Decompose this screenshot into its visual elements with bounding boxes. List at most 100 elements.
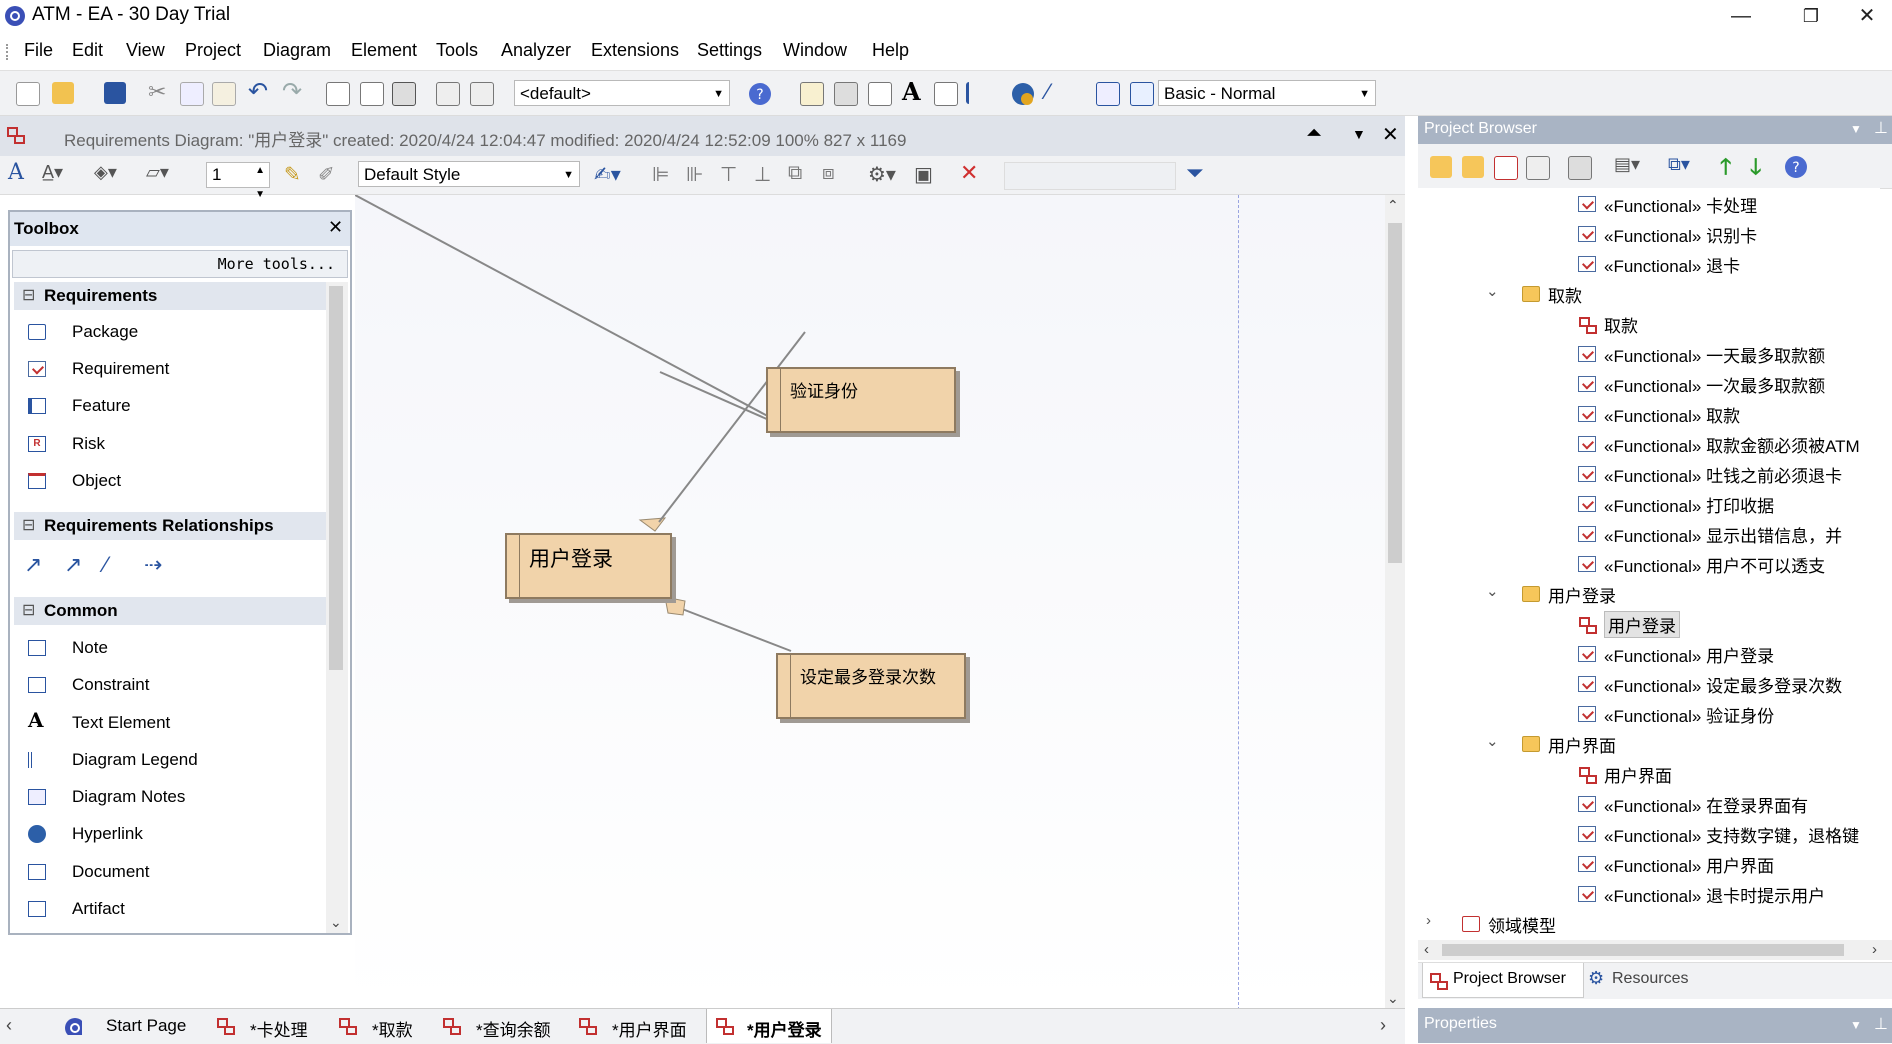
project-browser-hscroll[interactable]: ‹ › xyxy=(1418,940,1892,960)
menu-edit[interactable]: Edit xyxy=(72,40,103,61)
scroll-right-icon[interactable]: › xyxy=(1872,941,1877,958)
section-common[interactable]: ⊟ Common xyxy=(14,597,326,625)
copy-menu-icon[interactable]: ⧉▾ xyxy=(1668,154,1690,175)
tree-row-req[interactable]: «Functional» 吐钱之前必须退卡 xyxy=(1418,458,1880,488)
find-in-browser-icon[interactable] xyxy=(1568,156,1592,180)
line-color-icon[interactable]: ▱▾ xyxy=(146,162,169,183)
association-relationship-icon[interactable]: ⁄ xyxy=(104,552,108,578)
tree-row-req[interactable]: «Functional» 卡处理 xyxy=(1418,188,1880,218)
restore-button[interactable]: ❐ xyxy=(1776,0,1846,32)
menu-settings[interactable]: Settings xyxy=(697,40,762,61)
stepper-arrows-icon[interactable]: ▲ ▼ xyxy=(255,159,265,207)
tree-row-req[interactable]: «Functional» 在登录界面有 xyxy=(1418,788,1880,818)
properties-icon[interactable] xyxy=(834,82,858,106)
tree-row-req[interactable]: «Functional» 验证身份 xyxy=(1418,698,1880,728)
list-icon[interactable] xyxy=(966,82,991,104)
new-file-icon[interactable] xyxy=(16,82,40,106)
notes-icon[interactable] xyxy=(868,82,892,106)
diagram-canvas[interactable]: 验证身份 用户登录 设定最多登录次数 xyxy=(355,195,1385,1010)
tree-row-req[interactable]: «Functional» 用户界面 xyxy=(1418,848,1880,878)
document-menu-icon[interactable]: ▤▾ xyxy=(1614,154,1640,175)
align-center-icon[interactable]: ⊪ xyxy=(686,162,703,187)
tree-row-req[interactable]: «Functional» 一次最多取款额 xyxy=(1418,368,1880,398)
scroll-left-icon[interactable]: ‹ xyxy=(6,1015,12,1036)
collapse-icon[interactable]: ⏶ xyxy=(1306,122,1322,145)
connector-icon[interactable]: ⁄ xyxy=(1046,79,1050,105)
scroll-thumb[interactable] xyxy=(1388,223,1402,563)
menu-tools[interactable]: Tools xyxy=(436,40,478,61)
menu-element[interactable]: Element xyxy=(351,40,417,61)
collapse-icon[interactable]: ⊟ xyxy=(22,515,35,535)
collapse-icon[interactable]: ⊟ xyxy=(22,600,35,620)
more-tools-button[interactable]: More tools... xyxy=(12,250,348,278)
pin-icon[interactable]: ⊥ xyxy=(1874,1014,1888,1034)
canvas-scrollbar[interactable]: ⌃ ⌄ xyxy=(1385,195,1405,1010)
chevron-down-icon[interactable]: ⌄ xyxy=(1486,582,1499,600)
menu-file[interactable]: File xyxy=(24,40,53,61)
tree-row-req[interactable]: «Functional» 退卡时提示用户 xyxy=(1418,878,1880,908)
cut-icon[interactable]: ✂ xyxy=(148,79,166,105)
tab-project-browser[interactable]: Project Browser xyxy=(1422,963,1584,998)
layout-icon[interactable]: ⚙▾ xyxy=(868,162,896,187)
aggregation-relationship-icon[interactable]: ↗ xyxy=(24,552,42,578)
chevron-down-icon[interactable]: ⌄ xyxy=(1486,282,1499,300)
tab-user-login[interactable]: *用户登录 xyxy=(706,1009,832,1043)
tree-row-req[interactable]: «Functional» 退卡 xyxy=(1418,248,1880,278)
scroll-down-icon[interactable]: ⌄ xyxy=(1387,990,1399,1007)
move-down-icon[interactable]: 🡓 xyxy=(1750,150,1761,188)
tree-row-req[interactable]: «Functional» 设定最多登录次数 xyxy=(1418,668,1880,698)
font-icon[interactable]: A xyxy=(8,160,24,185)
tree-row-folder[interactable]: ⌄ 用户界面 xyxy=(1418,728,1880,758)
workspace-icon[interactable] xyxy=(1130,82,1154,106)
minimize-button[interactable]: — xyxy=(1706,0,1776,32)
menu-analyzer[interactable]: Analyzer xyxy=(501,40,571,61)
tab-resources[interactable]: ⚙ Resources xyxy=(1588,963,1738,997)
help-icon[interactable]: ? xyxy=(1784,155,1808,179)
fill-color-icon[interactable]: ◈▾ xyxy=(94,162,117,183)
chevron-right-icon[interactable]: › xyxy=(1426,912,1431,929)
pin-icon[interactable]: ⊥ xyxy=(1874,118,1888,138)
undo-icon[interactable]: ↶ xyxy=(248,77,268,106)
tree-row-diagram[interactable]: 用户登录 xyxy=(1418,608,1880,638)
scroll-thumb[interactable] xyxy=(329,286,343,670)
perspective-combo[interactable]: <default> ▼ xyxy=(514,80,730,106)
window-layout-icon[interactable] xyxy=(1096,82,1120,106)
dropdown-icon[interactable]: ▼ xyxy=(1850,1018,1862,1032)
filter-input[interactable] xyxy=(1004,162,1176,190)
dropdown-icon[interactable]: ▼ xyxy=(1352,126,1366,142)
delete-icon[interactable]: ✕ xyxy=(960,160,978,186)
search-icon[interactable] xyxy=(436,82,460,106)
dependency-relationship-icon[interactable]: ⇢ xyxy=(144,552,162,578)
open-folder-icon[interactable] xyxy=(52,82,74,104)
help-icon[interactable]: ? xyxy=(748,82,772,106)
new-model-icon[interactable] xyxy=(1430,156,1452,178)
copy-icon[interactable] xyxy=(180,82,204,106)
menu-window[interactable]: Window xyxy=(783,40,847,61)
menu-extensions[interactable]: Extensions xyxy=(591,40,679,61)
section-requirements[interactable]: ⊟ Requirements xyxy=(14,282,326,310)
requirement-max-login-attempts[interactable]: 设定最多登录次数 xyxy=(776,653,966,719)
filter-icon[interactable]: ⏷ xyxy=(1186,160,1204,186)
tree-row-folder[interactable]: ⌄ 用户登录 xyxy=(1418,578,1880,608)
tag-icon[interactable] xyxy=(934,82,958,106)
align-left-icon[interactable]: ⊫ xyxy=(652,162,669,187)
scroll-up-icon[interactable]: ⌃ xyxy=(1387,197,1399,214)
requirement-user-login[interactable]: 用户登录 xyxy=(505,533,672,599)
tree-row-req[interactable]: «Functional» 一天最多取款额 xyxy=(1418,338,1880,368)
menu-diagram[interactable]: Diagram xyxy=(263,40,331,61)
realization-relationship-icon[interactable]: ↗ xyxy=(64,552,82,578)
page-icon[interactable] xyxy=(360,82,384,106)
tree-row-req[interactable]: «Functional» 取款金额必须被ATM xyxy=(1418,428,1880,458)
align-bottom-icon[interactable]: ⊥ xyxy=(754,162,771,187)
tree-row-req[interactable]: «Functional» 支持数字键，退格键 xyxy=(1418,818,1880,848)
new-diagram-icon[interactable] xyxy=(1494,156,1518,180)
apply-style-icon[interactable]: ✍▾ xyxy=(594,162,621,187)
chevron-down-icon[interactable]: ⌄ xyxy=(1486,732,1499,750)
eyedropper-icon[interactable]: ✐ xyxy=(318,162,335,187)
bring-front-icon[interactable]: ⧈ xyxy=(822,162,835,185)
font-color-icon[interactable]: A̲▾ xyxy=(42,162,63,183)
same-size-icon[interactable]: ⧉ xyxy=(788,162,802,185)
requirement-verify-identity[interactable]: 验证身份 xyxy=(766,367,956,433)
tree-row-folder[interactable]: ⌄ 取款 xyxy=(1418,278,1880,308)
element-icon[interactable] xyxy=(800,82,824,106)
